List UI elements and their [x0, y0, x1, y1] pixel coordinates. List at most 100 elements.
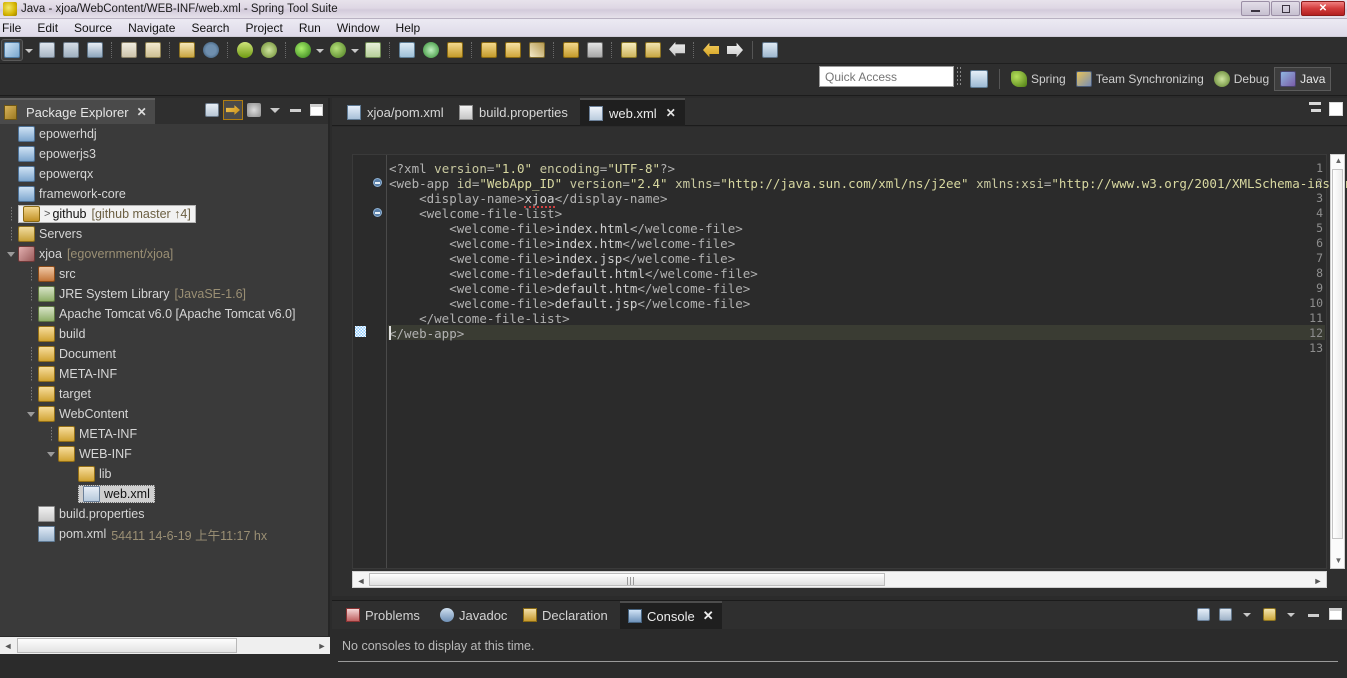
back-arrow-icon[interactable] — [701, 40, 721, 60]
run-last-icon[interactable] — [235, 40, 255, 60]
open-type-icon[interactable] — [177, 40, 197, 60]
close-icon[interactable]: ✕ — [137, 105, 147, 119]
task-icon[interactable] — [619, 40, 639, 60]
save-all-icon[interactable] — [61, 40, 81, 60]
annotation-icon[interactable] — [643, 40, 663, 60]
tree-item-framework-core[interactable]: framework-core — [0, 184, 328, 204]
open-perspective-button[interactable] — [968, 68, 990, 90]
debug-icon[interactable] — [328, 40, 348, 60]
maximize-icon[interactable] — [1329, 102, 1343, 116]
minimize-button[interactable] — [1241, 1, 1270, 16]
external-tools-icon[interactable] — [259, 40, 279, 60]
menu-help[interactable]: Help — [388, 20, 429, 36]
menu-edit[interactable]: Edit — [29, 20, 66, 36]
code-line[interactable]: <welcome-file-list> — [389, 206, 562, 221]
fold-collapse-icon[interactable] — [373, 178, 382, 187]
code-line[interactable]: </web-app> — [389, 326, 464, 341]
maximize-button[interactable] — [1271, 1, 1300, 16]
tree-item-epowerjs3[interactable]: epowerjs3 — [0, 144, 328, 164]
tree-item-apache-tomcat-v6-0-apache-tomcat-v6-0[interactable]: Apache Tomcat v6.0 [Apache Tomcat v6.0] — [0, 304, 328, 324]
bottom-tab-problems[interactable]: Problems — [338, 601, 428, 629]
close-button[interactable]: ✕ — [1301, 1, 1345, 16]
editor-tab-web-xml[interactable]: web.xml ✕ — [580, 98, 685, 126]
pencil-icon[interactable] — [527, 40, 547, 60]
refresh-icon[interactable] — [421, 40, 441, 60]
code-line[interactable]: <welcome-file>index.jsp</welcome-file> — [389, 251, 735, 266]
quick-access-input[interactable] — [819, 66, 954, 87]
menu-source[interactable]: Source — [66, 20, 120, 36]
tree-item-xjoa[interactable]: xjoa [egovernment/xjoa] — [0, 244, 328, 264]
tree-item-document[interactable]: Document — [0, 344, 328, 364]
code-line[interactable]: <welcome-file>default.htm</welcome-file> — [389, 281, 750, 296]
close-icon[interactable]: ✕ — [666, 106, 676, 120]
tree-connector-icon[interactable] — [26, 344, 38, 364]
perspective-team-synchronizing[interactable]: Team Synchronizing — [1071, 67, 1209, 91]
tree-item-target[interactable]: target — [0, 384, 328, 404]
maximize-icon[interactable] — [308, 101, 326, 119]
marker-icon[interactable] — [585, 40, 605, 60]
editor-tab-xjoa-pom-xml[interactable]: xjoa/pom.xml — [338, 98, 453, 126]
tree-item-src[interactable]: src — [0, 264, 328, 284]
tree-connector-icon[interactable] — [46, 424, 58, 444]
minimize-icon[interactable] — [1305, 606, 1322, 623]
tree-item-github[interactable]: > github [github master ↑4] — [0, 204, 328, 224]
code-line[interactable]: <display-name>xjoa</display-name> — [389, 191, 667, 208]
code-viewport[interactable]: 1 <?xml version="1.0" encoding="UTF-8"?> 2… — [352, 154, 1347, 569]
tab-package-explorer[interactable]: Package Explorer ✕ — [0, 98, 155, 124]
display-selected-console-icon[interactable] — [1217, 606, 1234, 623]
scroll-left-icon[interactable]: ◄ — [1, 639, 15, 653]
back-icon[interactable] — [667, 40, 687, 60]
new-console-view-icon[interactable] — [1261, 606, 1278, 623]
console-body[interactable]: No consoles to display at this time. — [332, 629, 1347, 678]
run-icon[interactable] — [293, 40, 313, 60]
code-line[interactable]: <?xml version="1.0" encoding="UTF-8"?> — [389, 161, 675, 176]
collapse-all-icon[interactable] — [203, 101, 221, 119]
menu-window[interactable]: Window — [329, 20, 388, 36]
tree-connector-icon[interactable] — [26, 304, 38, 324]
open-resource-icon[interactable] — [445, 40, 465, 60]
maximize-icon[interactable] — [1327, 606, 1344, 623]
editor-hscroll-thumb[interactable] — [369, 573, 885, 586]
close-icon[interactable]: ✕ — [703, 608, 714, 624]
code-line[interactable]: <welcome-file>default.html</welcome-file… — [389, 266, 758, 281]
open-perspective-icon[interactable] — [760, 40, 780, 60]
tree-item-web-inf[interactable]: WEB-INF — [0, 444, 328, 464]
code-line[interactable]: <welcome-file>index.html</welcome-file> — [389, 221, 743, 236]
forward-arrow-icon[interactable] — [725, 40, 745, 60]
new-java-project-icon[interactable] — [363, 40, 383, 60]
code-line[interactable]: <web-app id="WebApp_ID" version="2.4" xm… — [389, 176, 1347, 191]
new-dropdown-icon[interactable] — [24, 42, 33, 58]
editor-gutter[interactable] — [353, 155, 387, 568]
project-tree[interactable]: epowerhdj epowerjs3 epowerqx framework-core… — [0, 124, 328, 630]
search-folder-icon[interactable] — [561, 40, 581, 60]
scroll-right-icon[interactable]: ► — [315, 639, 329, 653]
link-with-editor-icon[interactable] — [223, 100, 243, 120]
new-wizard-icon[interactable] — [1, 39, 23, 61]
view-menu-filter-icon[interactable] — [245, 101, 263, 119]
expand-arrow-icon[interactable] — [26, 404, 38, 424]
view-menu-chevron-icon[interactable] — [266, 101, 284, 119]
menu-navigate[interactable]: Navigate — [120, 20, 183, 36]
tree-connector-icon[interactable] — [26, 364, 38, 384]
build-all-icon[interactable] — [119, 40, 139, 60]
scroll-up-icon[interactable]: ▲ — [1333, 156, 1344, 167]
open-folder-icon[interactable] — [479, 40, 499, 60]
menu-search[interactable]: Search — [183, 20, 237, 36]
menu-file[interactable]: File — [0, 20, 29, 36]
tree-connector-icon[interactable] — [6, 204, 18, 224]
menu-project[interactable]: Project — [237, 20, 290, 36]
bottom-tab-javadoc[interactable]: Javadoc — [432, 601, 515, 629]
tree-item-epowerqx[interactable]: epowerqx — [0, 164, 328, 184]
scroll-left-icon[interactable]: ◄ — [354, 574, 368, 588]
editor-vscrollbar[interactable]: ▲ ▼ — [1330, 154, 1345, 569]
perspective-debug[interactable]: Debug — [1209, 67, 1274, 91]
tree-item-web-xml[interactable]: web.xml — [0, 484, 328, 504]
tree-item-jre-system-library[interactable]: JRE System Library [JavaSE-1.6] — [0, 284, 328, 304]
tree-item-meta-inf[interactable]: META-INF — [0, 364, 328, 384]
tree-connector-icon[interactable] — [26, 284, 38, 304]
bottom-tab-declaration[interactable]: Declaration — [515, 601, 616, 629]
tree-item-webcontent[interactable]: WebContent — [0, 404, 328, 424]
toggle-ant-icon[interactable] — [143, 40, 163, 60]
new-console-dropdown-icon[interactable] — [1283, 606, 1300, 623]
open-editor-icon[interactable] — [503, 40, 523, 60]
